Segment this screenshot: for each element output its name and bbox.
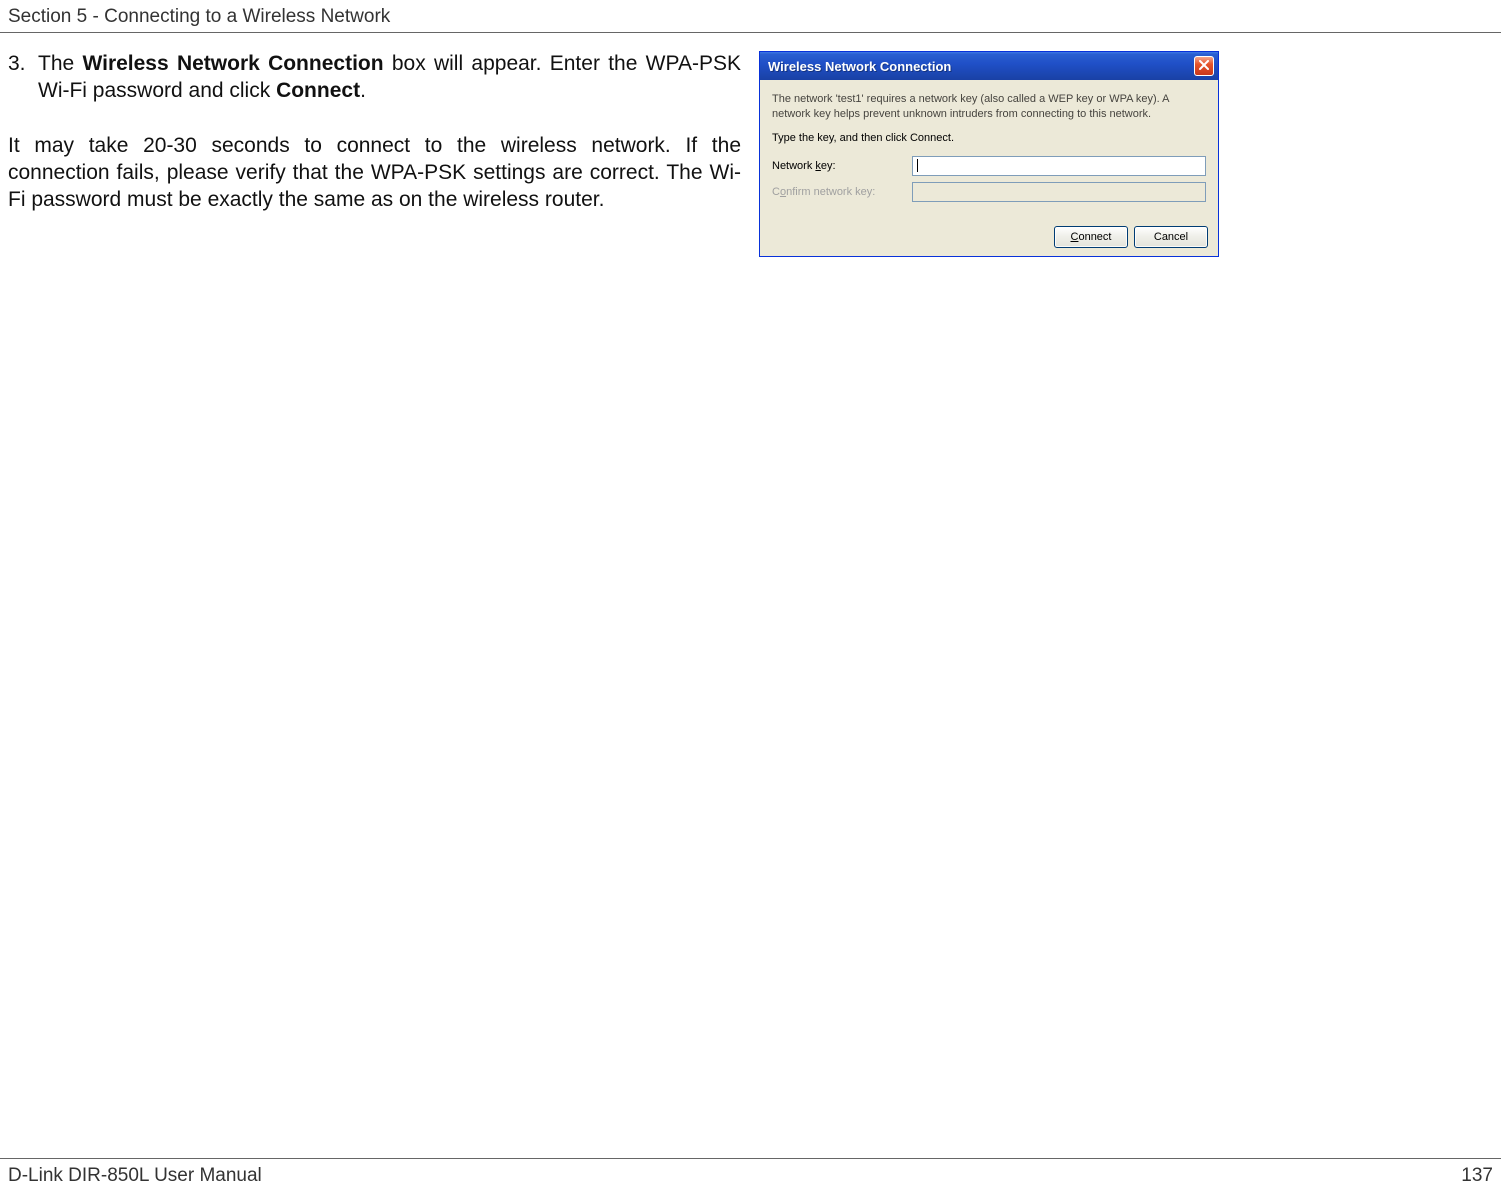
network-key-label: Network key: — [772, 160, 912, 172]
dialog-description: The network 'test1' requires a network k… — [772, 92, 1206, 122]
confirm-key-input — [912, 182, 1206, 202]
section-header: Section 5 - Connecting to a Wireless Net… — [0, 0, 1501, 32]
step-number: 3. — [8, 51, 38, 105]
network-key-input[interactable] — [912, 156, 1206, 176]
dialog-body: The network 'test1' requires a network k… — [760, 80, 1218, 218]
close-button[interactable] — [1194, 56, 1214, 76]
paragraph: It may take 20-30 seconds to connect to … — [8, 133, 741, 214]
content-area: 3. The Wireless Network Connection box w… — [0, 51, 1501, 257]
step-text-part1: The — [38, 52, 82, 75]
step-bold-2: Connect — [276, 79, 360, 102]
footer: D-Link DIR-850L User Manual 137 — [8, 1165, 1493, 1187]
wireless-connection-dialog: Wireless Network Connection The network … — [759, 51, 1219, 257]
confirm-key-label: Confirm network key: — [772, 186, 912, 198]
step-3: 3. The Wireless Network Connection box w… — [8, 51, 741, 105]
dialog-column: Wireless Network Connection The network … — [759, 51, 1493, 257]
step-text: The Wireless Network Connection box will… — [38, 51, 741, 105]
dialog-title: Wireless Network Connection — [768, 59, 951, 74]
confirm-key-row: Confirm network key: — [772, 182, 1206, 202]
dialog-instruction: Type the key, and then click Connect. — [772, 132, 1206, 144]
connect-button[interactable]: Connect — [1054, 226, 1128, 248]
dialog-button-row: Connect Cancel — [760, 218, 1218, 256]
text-cursor — [917, 159, 918, 172]
section-title: Section 5 - Connecting to a Wireless Net… — [8, 6, 390, 27]
footer-manual-title: D-Link DIR-850L User Manual — [8, 1165, 262, 1187]
network-key-row: Network key: — [772, 156, 1206, 176]
footer-divider — [0, 1158, 1501, 1159]
text-column: 3. The Wireless Network Connection box w… — [8, 51, 741, 257]
header-divider — [0, 32, 1501, 33]
step-text-part3: . — [360, 79, 366, 102]
dialog-titlebar[interactable]: Wireless Network Connection — [760, 52, 1218, 80]
step-bold-1: Wireless Network Connection — [82, 52, 383, 75]
close-icon — [1199, 60, 1209, 72]
footer-page-number: 137 — [1461, 1165, 1493, 1187]
cancel-button[interactable]: Cancel — [1134, 226, 1208, 248]
